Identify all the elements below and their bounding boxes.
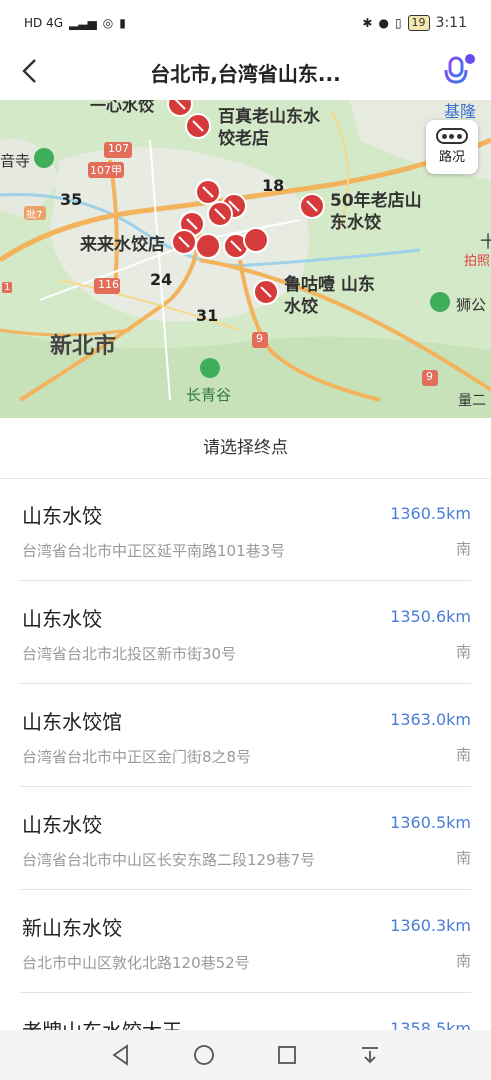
hotspot-icon: ◎ [102, 16, 114, 30]
route-number: 24 [150, 270, 173, 289]
result-direction: 南 [455, 849, 471, 867]
map-label: 饺老店 [218, 129, 269, 149]
map-label: 一心水饺 [90, 100, 155, 115]
map-label: 十 [480, 232, 491, 251]
map-label: 音寺 [0, 152, 31, 170]
signal-icon: ▂▃▅ [69, 16, 97, 30]
result-address: 台湾省台北市中山区长安东路二段129巷7号 [22, 851, 316, 869]
battery-indicator: 19 [407, 15, 430, 31]
result-distance: 1360.3km [390, 916, 471, 935]
map-view[interactable]: 一心水饺 百真老山东水 饺老店 50年老店山 东水饺 来来水饺店 鲁咕噎 山东 … [0, 100, 491, 418]
route-label: 9 [256, 332, 263, 345]
result-distance: 1360.5km [390, 813, 471, 832]
result-address: 台湾省台北市中正区延平南路101巷3号 [22, 542, 286, 560]
location-icon: ● [378, 16, 389, 30]
map-label: 基隆 [444, 102, 477, 121]
notification-icon: ▮ [119, 16, 126, 30]
traffic-label: 路况 [438, 150, 465, 165]
route-label: 批7 [26, 210, 43, 221]
result-direction: 南 [455, 540, 471, 558]
map-city-label: 新北市 [50, 334, 117, 359]
result-distance: 1350.6km [390, 607, 471, 626]
title-bar: 台北市,台湾省山东... [0, 46, 491, 100]
vibrate-icon: ▯ [394, 16, 402, 30]
result-distance: 1358.5km [390, 1019, 471, 1030]
result-item[interactable]: 山东水饺 台湾省台北市中正区延平南路101巷3号 1360.5km 南 [20, 478, 471, 581]
route-number: 35 [60, 190, 83, 209]
result-distance: 1360.5km [390, 504, 471, 523]
result-name: 新山东水饺 [22, 916, 122, 940]
temple-poi-icon [34, 148, 54, 168]
map-label: 水饺 [284, 297, 318, 317]
clock: 3:11 [435, 15, 467, 31]
traffic-icon [436, 128, 468, 144]
route-number: 18 [262, 176, 285, 195]
park-poi-icon [200, 358, 220, 378]
map-label: 量二 [458, 393, 486, 409]
map-label: 东水饺 [330, 213, 381, 233]
route-label: 107甲 [90, 164, 122, 177]
result-name: 山东水饺 [22, 607, 102, 631]
page-title: 台北市,台湾省山东... [150, 62, 341, 86]
result-address: 台湾省台北市中正区金门街8之8号 [22, 748, 252, 766]
choose-destination-label: 请选择终点 [0, 418, 491, 479]
restaurant-marker-icon[interactable] [243, 227, 269, 253]
lion-poi-icon [430, 292, 450, 312]
restaurant-marker-icon[interactable] [167, 100, 193, 117]
result-item[interactable]: 山东水饺 台湾省台北市北投区新市街30号 1350.6km 南 [20, 581, 471, 684]
status-bar: HD 4G ▂▃▅ ◎ ▮ ✱ ● ▯ 19 3:11 [0, 0, 491, 46]
voice-search-icon[interactable] [440, 52, 476, 92]
map-label: 来来水饺店 [80, 235, 165, 255]
result-item[interactable]: 老牌山东水饺大王 1358.5km [20, 993, 471, 1030]
result-direction: 南 [455, 746, 471, 764]
result-name: 山东水饺 [22, 813, 102, 837]
result-address: 台北市中山区敦化北路120巷52号 [22, 954, 250, 972]
nav-home-icon[interactable] [192, 1043, 216, 1067]
route-label: 116 [98, 278, 119, 291]
result-direction: 南 [455, 952, 471, 970]
bluetooth-icon: ✱ [362, 16, 373, 30]
traffic-toggle-button[interactable]: 路况 [426, 120, 478, 174]
system-nav-bar [0, 1030, 491, 1080]
result-direction: 南 [455, 643, 471, 661]
route-label: 1 [2, 282, 13, 293]
route-number: 31 [196, 306, 219, 325]
route-label: 9 [426, 370, 433, 383]
result-name: 山东水饺 [22, 504, 102, 528]
map-label: 拍照 [464, 254, 491, 269]
results-list[interactable]: 山东水饺 台湾省台北市中正区延平南路101巷3号 1360.5km 南 山东水饺… [0, 478, 491, 1030]
nav-back-icon[interactable] [109, 1043, 133, 1067]
map-label: 长青谷 [186, 386, 232, 404]
result-distance: 1363.0km [390, 710, 471, 729]
nav-recents-icon[interactable] [275, 1043, 299, 1067]
result-name: 老牌山东水饺大王 [22, 1015, 182, 1030]
result-address: 台湾省台北市北投区新市街30号 [22, 645, 237, 663]
result-item[interactable]: 新山东水饺 台北市中山区敦化北路120巷52号 1360.3km 南 [20, 890, 471, 993]
result-item[interactable]: 山东水饺馆 台湾省台北市中正区金门街8之8号 1363.0km 南 [20, 684, 471, 787]
network-indicator: HD 4G [24, 16, 64, 30]
route-label: 107 [108, 142, 129, 155]
map-label: 狮公 [456, 296, 487, 314]
nav-notification-pull-icon[interactable] [358, 1043, 382, 1067]
result-name: 山东水饺馆 [22, 710, 122, 734]
result-item[interactable]: 山东水饺 台湾省台北市中山区长安东路二段129巷7号 1360.5km 南 [20, 787, 471, 890]
restaurant-marker-icon[interactable] [195, 233, 221, 259]
